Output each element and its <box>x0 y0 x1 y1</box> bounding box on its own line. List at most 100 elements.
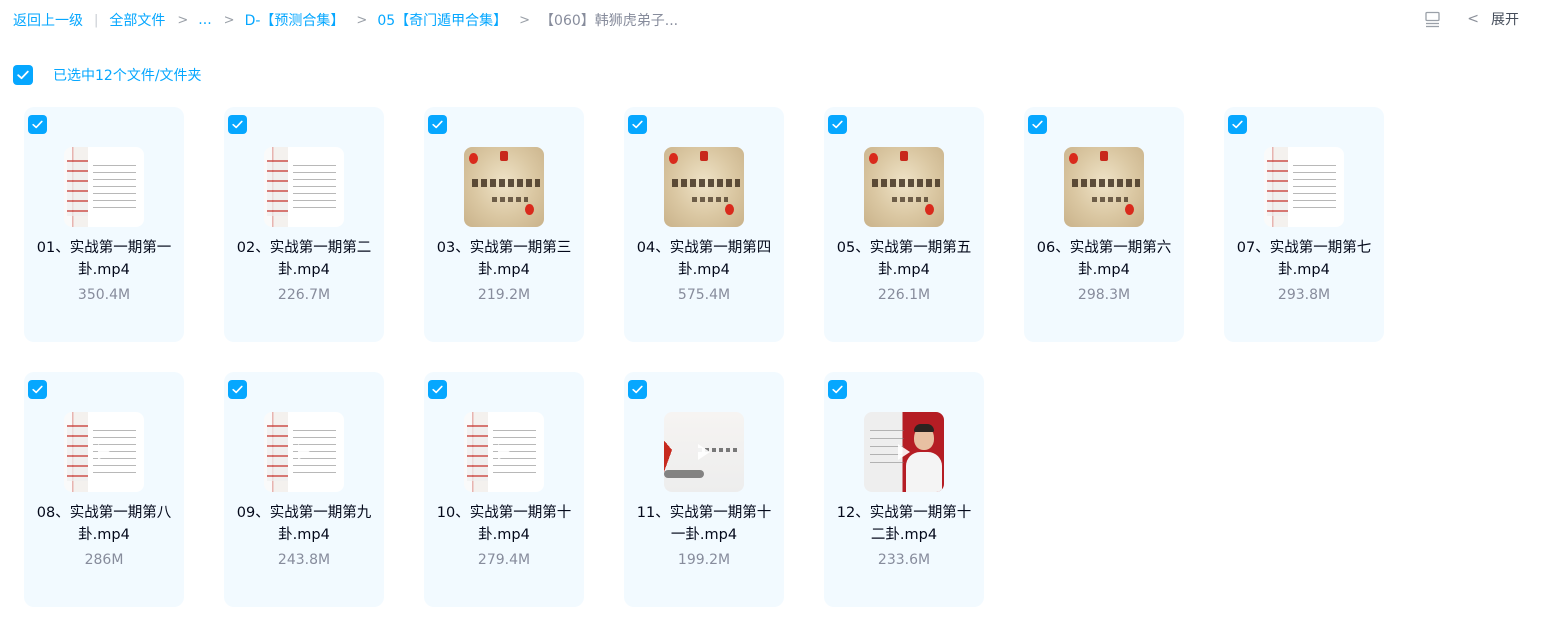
video-thumbnail[interactable] <box>1064 147 1144 227</box>
video-thumbnail[interactable] <box>464 412 544 492</box>
file-name: 11、实战第一期第十一卦.mp4 <box>636 505 772 543</box>
video-thumbnail[interactable] <box>1264 147 1344 227</box>
view-mode-icon[interactable] <box>1424 11 1441 28</box>
checkmark-icon <box>832 120 843 129</box>
select-all-checkbox[interactable] <box>13 65 33 85</box>
file-grid: 01、实战第一期第一卦.mp4 350.4M 02、实战第一期第二卦.mp4 226.… <box>24 107 1394 607</box>
video-thumbnail[interactable] <box>664 147 744 227</box>
file-checkbox[interactable] <box>28 380 47 399</box>
file-name: 10、实战第一期第十卦.mp4 <box>436 505 572 543</box>
checkmark-icon <box>17 70 29 80</box>
file-card[interactable]: 07、实战第一期第七卦.mp4 293.8M <box>1224 107 1384 342</box>
back-link[interactable]: 返回上一级 <box>13 10 83 30</box>
file-checkbox[interactable] <box>228 380 247 399</box>
file-checkbox[interactable] <box>1028 115 1047 134</box>
file-checkbox[interactable] <box>828 115 847 134</box>
chevron-right-icon: > <box>519 12 531 28</box>
chevron-right-icon: > <box>356 12 368 28</box>
chevron-left-icon: < <box>1467 11 1479 27</box>
breadcrumb-folder-qimen[interactable]: 05【奇门遁甲合集】 <box>377 10 507 30</box>
file-size: 350.4M <box>77 287 131 303</box>
file-card[interactable]: 01、实战第一期第一卦.mp4 350.4M <box>24 107 184 342</box>
file-size: 226.7M <box>277 287 331 303</box>
file-card[interactable]: 08、实战第一期第八卦.mp4 286M <box>24 372 184 607</box>
file-checkbox[interactable] <box>1228 115 1247 134</box>
checkmark-icon <box>832 385 843 394</box>
play-icon <box>298 444 310 460</box>
file-name: 07、实战第一期第七卦.mp4 <box>1236 240 1372 278</box>
chevron-right-icon: > <box>177 12 189 28</box>
video-thumbnail[interactable] <box>264 147 344 227</box>
file-card[interactable]: 11、实战第一期第十一卦.mp4 199.2M <box>624 372 784 607</box>
file-name: 03、实战第一期第三卦.mp4 <box>436 240 572 278</box>
checkmark-icon <box>632 120 643 129</box>
file-card[interactable]: 06、实战第一期第六卦.mp4 298.3M <box>1024 107 1184 342</box>
file-name: 06、实战第一期第六卦.mp4 <box>1036 240 1172 278</box>
file-size: 199.2M <box>677 552 731 568</box>
file-card[interactable]: 03、实战第一期第三卦.mp4 219.2M <box>424 107 584 342</box>
play-icon <box>698 444 710 460</box>
file-name: 12、实战第一期第十二卦.mp4 <box>836 505 972 543</box>
checkmark-icon <box>32 385 43 394</box>
file-card[interactable]: 09、实战第一期第九卦.mp4 243.8M <box>224 372 384 607</box>
play-icon <box>898 444 910 460</box>
checkmark-icon <box>1232 120 1243 129</box>
file-checkbox[interactable] <box>428 115 447 134</box>
file-size: 226.1M <box>877 287 931 303</box>
selection-bar: 已选中12个文件/文件夹 <box>13 65 202 85</box>
breadcrumb-current-folder: 【060】韩狮虎弟子... <box>540 13 679 29</box>
file-size: 279.4M <box>477 552 531 568</box>
breadcrumb-all-files[interactable]: 全部文件 <box>109 10 165 30</box>
video-thumbnail[interactable] <box>664 412 744 492</box>
file-card[interactable]: 12、实战第一期第十二卦.mp4 233.6M <box>824 372 984 607</box>
file-name: 04、实战第一期第四卦.mp4 <box>636 240 772 278</box>
breadcrumb: 返回上一级 | 全部文件 > ... > D-【预测合集】 > 05【奇门遁甲合… <box>13 10 678 30</box>
selection-count-label: 已选中12个文件/文件夹 <box>53 68 202 84</box>
file-checkbox[interactable] <box>428 380 447 399</box>
file-card[interactable]: 04、实战第一期第四卦.mp4 575.4M <box>624 107 784 342</box>
expand-label: 展开 <box>1491 12 1519 28</box>
checkmark-icon <box>232 385 243 394</box>
video-thumbnail[interactable] <box>64 147 144 227</box>
checkmark-icon <box>432 120 443 129</box>
view-controls: < 展开 <box>1424 9 1519 29</box>
video-thumbnail[interactable] <box>864 412 944 492</box>
file-checkbox[interactable] <box>828 380 847 399</box>
file-name: 01、实战第一期第一卦.mp4 <box>36 240 172 278</box>
video-thumbnail[interactable] <box>864 147 944 227</box>
file-size: 243.8M <box>277 552 331 568</box>
video-thumbnail[interactable] <box>64 412 144 492</box>
play-icon <box>98 444 110 460</box>
file-name: 09、实战第一期第九卦.mp4 <box>236 505 372 543</box>
checkmark-icon <box>432 385 443 394</box>
checkmark-icon <box>1032 120 1043 129</box>
file-checkbox[interactable] <box>628 380 647 399</box>
file-name: 05、实战第一期第五卦.mp4 <box>836 240 972 278</box>
file-card[interactable]: 05、实战第一期第五卦.mp4 226.1M <box>824 107 984 342</box>
file-size: 293.8M <box>1277 287 1331 303</box>
file-name: 02、实战第一期第二卦.mp4 <box>236 240 372 278</box>
file-card[interactable]: 10、实战第一期第十卦.mp4 279.4M <box>424 372 584 607</box>
file-name: 08、实战第一期第八卦.mp4 <box>36 505 172 543</box>
file-size: 298.3M <box>1077 287 1131 303</box>
play-icon <box>498 444 510 460</box>
checkmark-icon <box>32 120 43 129</box>
file-card[interactable]: 02、实战第一期第二卦.mp4 226.7M <box>224 107 384 342</box>
breadcrumb-ellipsis[interactable]: ... <box>198 12 211 28</box>
chevron-right-icon: > <box>223 12 235 28</box>
file-checkbox[interactable] <box>228 115 247 134</box>
breadcrumb-divider: | <box>94 12 99 28</box>
breadcrumb-folder-prediction[interactable]: D-【预测合集】 <box>245 10 345 30</box>
file-size: 233.6M <box>877 552 931 568</box>
file-size: 219.2M <box>477 287 531 303</box>
file-checkbox[interactable] <box>28 115 47 134</box>
expand-button[interactable]: < 展开 <box>1467 9 1519 29</box>
top-bar: 返回上一级 | 全部文件 > ... > D-【预测合集】 > 05【奇门遁甲合… <box>0 0 1553 40</box>
file-size: 286M <box>84 552 124 568</box>
checkmark-icon <box>632 385 643 394</box>
video-thumbnail[interactable] <box>264 412 344 492</box>
checkmark-icon <box>232 120 243 129</box>
file-size: 575.4M <box>677 287 731 303</box>
video-thumbnail[interactable] <box>464 147 544 227</box>
file-checkbox[interactable] <box>628 115 647 134</box>
